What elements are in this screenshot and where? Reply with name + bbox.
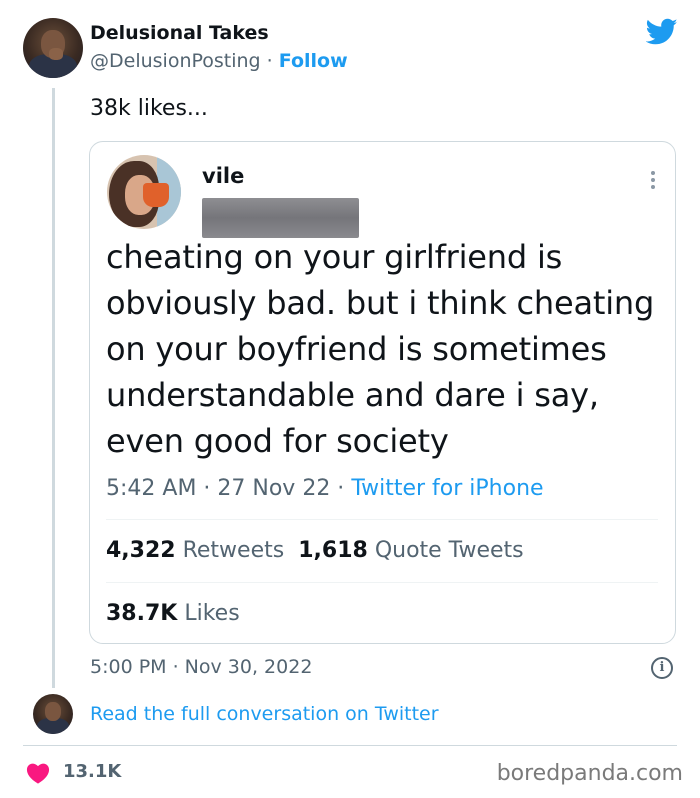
likes-count: 38.7K <box>106 601 178 626</box>
reply-avatar[interactable] <box>33 694 73 734</box>
quoted-author-avatar[interactable] <box>107 155 181 229</box>
retweet-stats: 4,322 Retweets 1,618 Quote Tweets <box>106 538 524 563</box>
author-handle-row: @DelusionPosting · Follow <box>90 50 348 72</box>
footer-divider <box>23 745 677 746</box>
quoted-tweet-body: cheating on your girlfriend is obviously… <box>106 234 666 464</box>
quoted-tweet[interactable]: vile cheating on your girlfriend is obvi… <box>89 141 676 644</box>
divider <box>106 519 658 520</box>
quotes-label[interactable]: Quote Tweets <box>375 538 524 563</box>
quoted-line: obviously bad. but i think cheating <box>106 284 655 322</box>
twitter-bird-icon[interactable] <box>646 18 678 46</box>
retweets-label[interactable]: Retweets <box>183 538 285 563</box>
quoted-line: cheating on your girlfriend is <box>106 238 563 276</box>
like-count: 13.1K <box>63 761 122 782</box>
quoted-line: even good for society <box>106 422 449 460</box>
quoted-source[interactable]: Twitter for iPhone <box>351 476 543 501</box>
likes-stats: 38.7K Likes <box>106 601 240 626</box>
handle-separator: · <box>266 50 273 72</box>
author-avatar[interactable] <box>23 18 83 78</box>
redacted-handle <box>202 198 359 238</box>
quoted-author-name: vile <box>202 164 245 188</box>
tweet-text: 38k likes... <box>90 96 208 121</box>
quotes-count: 1,618 <box>298 538 368 563</box>
info-icon[interactable]: i <box>651 657 673 679</box>
divider <box>106 582 658 583</box>
author-name[interactable]: Delusional Takes <box>90 22 269 44</box>
heart-icon[interactable] <box>26 762 50 784</box>
likes-label[interactable]: Likes <box>184 601 239 626</box>
quoted-meta: 5:42 AM · 27 Nov 22 · Twitter for iPhone <box>106 476 544 501</box>
tweet-card: Delusional Takes @DelusionPosting · Foll… <box>0 0 700 798</box>
thread-line <box>52 88 55 688</box>
author-handle[interactable]: @DelusionPosting <box>90 50 261 72</box>
read-conversation-link[interactable]: Read the full conversation on Twitter <box>90 703 439 725</box>
quoted-time: 5:42 AM · 27 Nov 22 · <box>106 476 352 501</box>
quoted-line: understandable and dare i say, <box>106 376 599 414</box>
tweet-timestamp[interactable]: 5:00 PM · Nov 30, 2022 <box>90 656 312 678</box>
more-vertical-icon[interactable] <box>651 168 655 192</box>
follow-button[interactable]: Follow <box>279 50 348 72</box>
quoted-line: on your boyfriend is sometimes <box>106 330 607 368</box>
watermark: boredpanda.com <box>496 761 683 786</box>
retweets-count: 4,322 <box>106 538 176 563</box>
